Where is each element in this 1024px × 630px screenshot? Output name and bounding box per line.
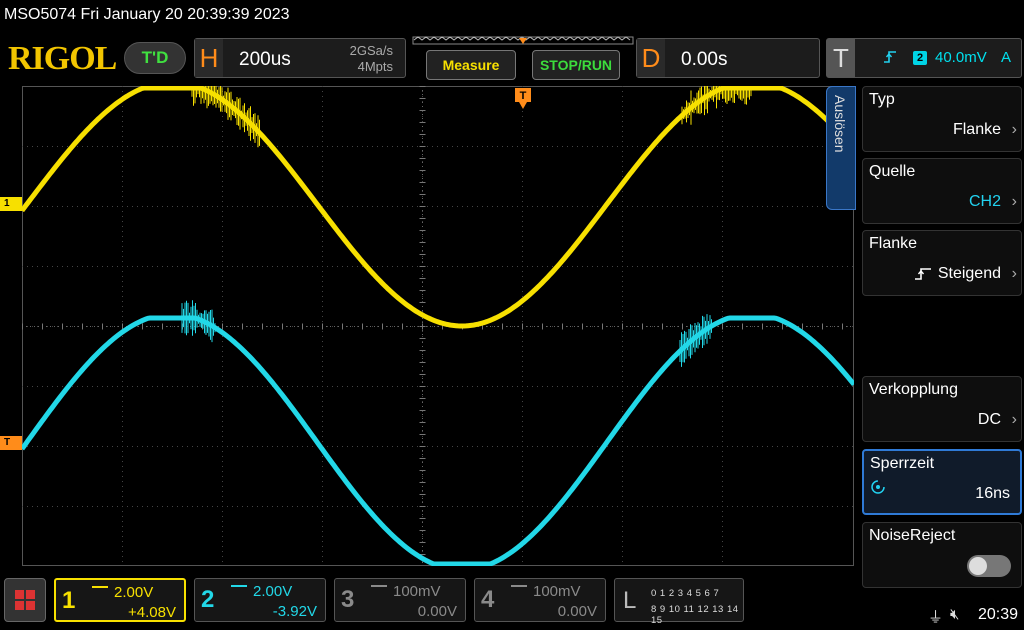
dc-coupling-icon bbox=[231, 585, 247, 593]
menu-item-flanke[interactable]: Flanke Steigend › bbox=[862, 230, 1022, 296]
dc-coupling-icon bbox=[92, 586, 108, 594]
trigger-side-menu: Auslösen Typ Flanke › Quelle CH2 › Flank… bbox=[826, 86, 1024, 596]
channel-number: 2 bbox=[201, 586, 214, 614]
trigger-source-badge: 2 bbox=[913, 51, 927, 65]
timebase-value: 200us bbox=[239, 49, 291, 71]
rigol-logo: RIGOL bbox=[8, 40, 116, 78]
rising-edge-icon bbox=[883, 49, 897, 65]
chevron-right-icon: › bbox=[1012, 193, 1017, 211]
oscilloscope-screen: MSO5074 Fri January 20 20:39:39 2023 RIG… bbox=[0, 0, 1024, 630]
channel-scale: 2.00V bbox=[114, 584, 153, 601]
channel-1-box[interactable]: 1 2.00V +4.08V bbox=[54, 578, 186, 622]
rising-edge-icon bbox=[915, 267, 931, 281]
svg-text:T: T bbox=[520, 90, 527, 102]
delay-value: 0.00s bbox=[681, 49, 727, 71]
menu-tab-label: Auslösen bbox=[832, 95, 848, 153]
channel-scale: 100mV bbox=[393, 583, 441, 600]
channel-offset: 0.00V bbox=[558, 603, 597, 620]
channel-1-marker[interactable]: 1 bbox=[0, 197, 22, 211]
dc-coupling-icon bbox=[371, 585, 387, 593]
memory-depth: 4Mpts bbox=[358, 59, 393, 74]
channel-number: 4 bbox=[481, 586, 494, 614]
channel-2-noise bbox=[182, 300, 712, 367]
menu-item-verkopplung[interactable]: Verkopplung DC › bbox=[862, 376, 1022, 442]
home-button[interactable] bbox=[4, 578, 46, 622]
trigger-level-marker[interactable]: T bbox=[0, 436, 22, 450]
rotary-knob-icon bbox=[870, 479, 886, 495]
logic-channels-row-2: 8 9 10 11 12 13 14 15 bbox=[651, 604, 743, 626]
menu-item-value: 16ns bbox=[975, 485, 1010, 503]
chevron-right-icon: › bbox=[1012, 411, 1017, 429]
dc-coupling-icon bbox=[511, 585, 527, 593]
chevron-right-icon: › bbox=[1012, 121, 1017, 139]
menu-item-value: DC bbox=[978, 411, 1001, 429]
triggered-status-button[interactable]: T'D bbox=[124, 42, 186, 74]
trigger-info-box[interactable]: T 2 40.0mV A bbox=[826, 38, 1022, 78]
horizontal-letter: H bbox=[195, 39, 223, 77]
top-toolbar: RIGOL T'D H 200us 2GSa/s 4Mpts Measure S… bbox=[0, 36, 1024, 84]
bottom-status-bar: 1 2.00V +4.08V 2 2.00V -3.92V 3 100mV 0.… bbox=[0, 574, 1024, 630]
menu-item-value: Flanke bbox=[953, 121, 1001, 139]
status-clock: 20:39 bbox=[978, 606, 1018, 624]
trigger-level: 40.0mV bbox=[935, 49, 987, 66]
menu-item-title: NoiseReject bbox=[869, 527, 955, 545]
menu-item-quelle[interactable]: Quelle CH2 › bbox=[862, 158, 1022, 224]
delay-letter: D bbox=[637, 39, 665, 77]
menu-tab-ausloesen[interactable]: Auslösen bbox=[826, 86, 856, 210]
channel-scale: 2.00V bbox=[253, 583, 292, 600]
menu-item-title: Verkopplung bbox=[869, 381, 958, 399]
menu-item-title: Flanke bbox=[869, 235, 917, 253]
stop-run-button[interactable]: STOP/RUN bbox=[532, 50, 620, 80]
channel-3-box[interactable]: 3 100mV 0.00V bbox=[334, 578, 466, 622]
channel-number: 1 bbox=[62, 587, 75, 615]
waveform-traces bbox=[22, 86, 854, 566]
waveform-grid[interactable] bbox=[22, 86, 854, 566]
memory-position-strip[interactable] bbox=[412, 36, 634, 46]
menu-item-value: CH2 bbox=[969, 193, 1001, 211]
trigger-position-marker[interactable]: T bbox=[515, 88, 531, 110]
channel-scale: 100mV bbox=[533, 583, 581, 600]
logic-channels-row-1: 0 1 2 3 4 5 6 7 bbox=[651, 588, 719, 599]
channel-2-trace bbox=[22, 318, 854, 564]
device-datetime: MSO5074 Fri January 20 20:39:39 2023 bbox=[4, 6, 290, 24]
channel-number: 3 bbox=[341, 586, 354, 614]
menu-item-title: Quelle bbox=[869, 163, 915, 181]
channel-2-box[interactable]: 2 2.00V -3.92V bbox=[194, 578, 326, 622]
channel-offset: -3.92V bbox=[273, 603, 317, 620]
delay-box[interactable]: D 0.00s bbox=[636, 38, 820, 78]
channel-4-box[interactable]: 4 100mV 0.00V bbox=[474, 578, 606, 622]
channel-1-trace bbox=[22, 88, 854, 326]
usb-icon: ⏚ bbox=[928, 606, 943, 627]
menu-item-value: Steigend bbox=[938, 265, 1001, 283]
trigger-letter: T bbox=[827, 39, 855, 77]
channel-offset: +4.08V bbox=[128, 604, 176, 621]
grid-menu-icon bbox=[5, 579, 45, 621]
channel-1-noise bbox=[192, 86, 751, 147]
logic-analyzer-box[interactable]: L 0 1 2 3 4 5 6 7 8 9 10 11 12 13 14 15 bbox=[614, 578, 744, 622]
logic-letter: L bbox=[623, 587, 636, 615]
title-bar: MSO5074 Fri January 20 20:39:39 2023 bbox=[0, 0, 1024, 32]
sample-rate: 2GSa/s bbox=[350, 43, 393, 58]
channel-offset: 0.00V bbox=[418, 603, 457, 620]
menu-item-sperrzeit[interactable]: Sperrzeit 16ns bbox=[862, 449, 1022, 515]
trigger-mode: A bbox=[1001, 49, 1011, 66]
speaker-muted-icon[interactable]: 🔇︎ bbox=[950, 606, 959, 623]
chevron-right-icon: › bbox=[1012, 265, 1017, 283]
menu-item-typ[interactable]: Typ Flanke › bbox=[862, 86, 1022, 152]
measure-button[interactable]: Measure bbox=[426, 50, 516, 80]
horizontal-timebase-box[interactable]: H 200us 2GSa/s 4Mpts bbox=[194, 38, 406, 78]
menu-item-title: Sperrzeit bbox=[870, 455, 934, 473]
menu-item-title: Typ bbox=[869, 91, 895, 109]
